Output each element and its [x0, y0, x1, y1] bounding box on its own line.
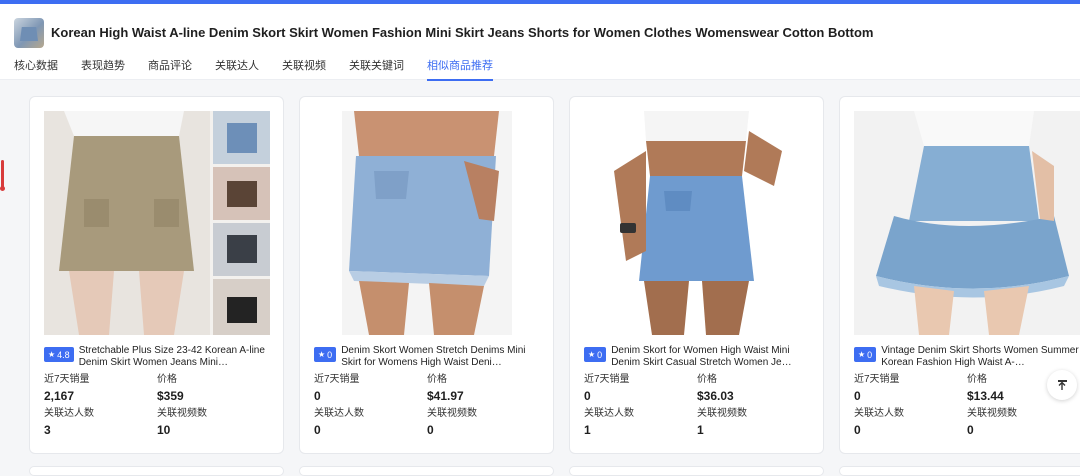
creators-value: 3 [44, 423, 51, 437]
videos-value: 1 [697, 423, 704, 437]
product-card[interactable]: ★ 0 Denim Skort Women Stretch Denims Mini… [299, 96, 554, 454]
rating-badge: ★ 0 [584, 347, 607, 362]
videos-label: 关联视频数 [697, 408, 747, 419]
videos-label: 关联视频数 [967, 408, 1017, 419]
price-label: 价格 [697, 374, 717, 385]
creators-label: 关联达人数 [854, 408, 904, 419]
tab-videos[interactable]: 关联视频 [282, 57, 326, 81]
product-stats: 近7天销量 0 价格 $36.03 关联达人数 1 关联视频数 1 [584, 374, 810, 442]
tab-bar: 核心数据 表现趋势 商品评论 关联达人 关联视频 关联关键词 相似商品推荐 [14, 57, 516, 81]
tab-similar-products[interactable]: 相似商品推荐 [427, 57, 493, 81]
product-name[interactable]: Stretchable Plus Size 23-42 Korean A-lin… [79, 345, 270, 369]
price-value: $359 [157, 389, 184, 403]
product-name[interactable]: Vintage Denim Skirt Shorts Women Summer … [881, 345, 1080, 369]
tab-creators[interactable]: 关联达人 [215, 57, 259, 81]
creators-value: 0 [854, 423, 861, 437]
sales-7d-value: 2,167 [44, 389, 75, 403]
product-header: Korean High Waist A-line Denim Skort Ski… [0, 4, 1080, 81]
sales-7d-label: 近7天销量 [314, 374, 360, 385]
product-card[interactable]: ★ 4.8 Stretchable Plus Size 23-42 Korean … [29, 96, 284, 454]
videos-value: 0 [427, 423, 434, 437]
product-photo-khaki-skort [44, 111, 270, 335]
creators-value: 0 [314, 423, 321, 437]
product-photo-denim-mini [584, 111, 810, 335]
creators-value: 1 [584, 423, 591, 437]
rating-badge: ★ 0 [854, 347, 877, 362]
sales-7d-label: 近7天销量 [854, 374, 900, 385]
price-value: $41.97 [427, 389, 464, 403]
product-card[interactable]: ★ 0 Vintage Denim Skirt Shorts Women Summ… [839, 96, 1080, 454]
videos-label: 关联视频数 [157, 408, 207, 419]
star-icon: ★ [48, 350, 56, 359]
star-icon: ★ [858, 350, 866, 359]
product-stats: 近7天销量 2,167 价格 $359 关联达人数 3 关联视频数 10 [44, 374, 270, 442]
price-label: 价格 [427, 374, 447, 385]
product-image[interactable] [44, 111, 270, 335]
sales-7d-value: 0 [314, 389, 321, 403]
creators-label: 关联达人数 [44, 408, 94, 419]
tab-reviews[interactable]: 商品评论 [148, 57, 192, 81]
next-row-cards [29, 466, 1080, 476]
product-image[interactable] [854, 111, 1080, 335]
product-stats: 近7天销量 0 价格 $41.97 关联达人数 0 关联视频数 0 [314, 374, 540, 442]
star-icon: ★ [318, 350, 326, 359]
videos-value: 10 [157, 423, 171, 437]
tab-trends[interactable]: 表现趋势 [81, 57, 125, 81]
product-name[interactable]: Denim Skort Women Stretch Denims Mini Sk… [341, 345, 540, 369]
videos-label: 关联视频数 [427, 408, 477, 419]
price-label: 价格 [157, 374, 177, 385]
rating-badge: ★ 4.8 [44, 347, 74, 362]
videos-value: 0 [967, 423, 974, 437]
back-to-top-button[interactable] [1047, 370, 1077, 400]
product-card[interactable]: ★ 0 Denim Skort for Women High Waist Mini… [569, 96, 824, 454]
product-image[interactable] [584, 111, 810, 335]
product-photo-ruffle-skirt [854, 111, 1080, 335]
product-grid: ★ 4.8 Stretchable Plus Size 23-42 Korean … [29, 96, 1080, 454]
product-image[interactable] [314, 111, 540, 335]
creators-label: 关联达人数 [314, 408, 364, 419]
product-title: Korean High Waist A-line Denim Skort Ski… [51, 25, 874, 40]
sales-7d-value: 0 [584, 389, 591, 403]
price-value: $36.03 [697, 389, 734, 403]
sales-7d-value: 0 [854, 389, 861, 403]
creators-label: 关联达人数 [584, 408, 634, 419]
tab-core-data[interactable]: 核心数据 [14, 57, 58, 81]
product-thumbnail[interactable] [14, 18, 44, 48]
product-name[interactable]: Denim Skort for Women High Waist Mini De… [611, 345, 810, 369]
thermometer-icon [0, 160, 5, 194]
sales-7d-label: 近7天销量 [584, 374, 630, 385]
rating-badge: ★ 0 [314, 347, 337, 362]
star-icon: ★ [588, 350, 596, 359]
tab-keywords[interactable]: 关联关键词 [349, 57, 404, 81]
product-photo-denim-skort [314, 111, 540, 335]
sales-7d-label: 近7天销量 [44, 374, 90, 385]
